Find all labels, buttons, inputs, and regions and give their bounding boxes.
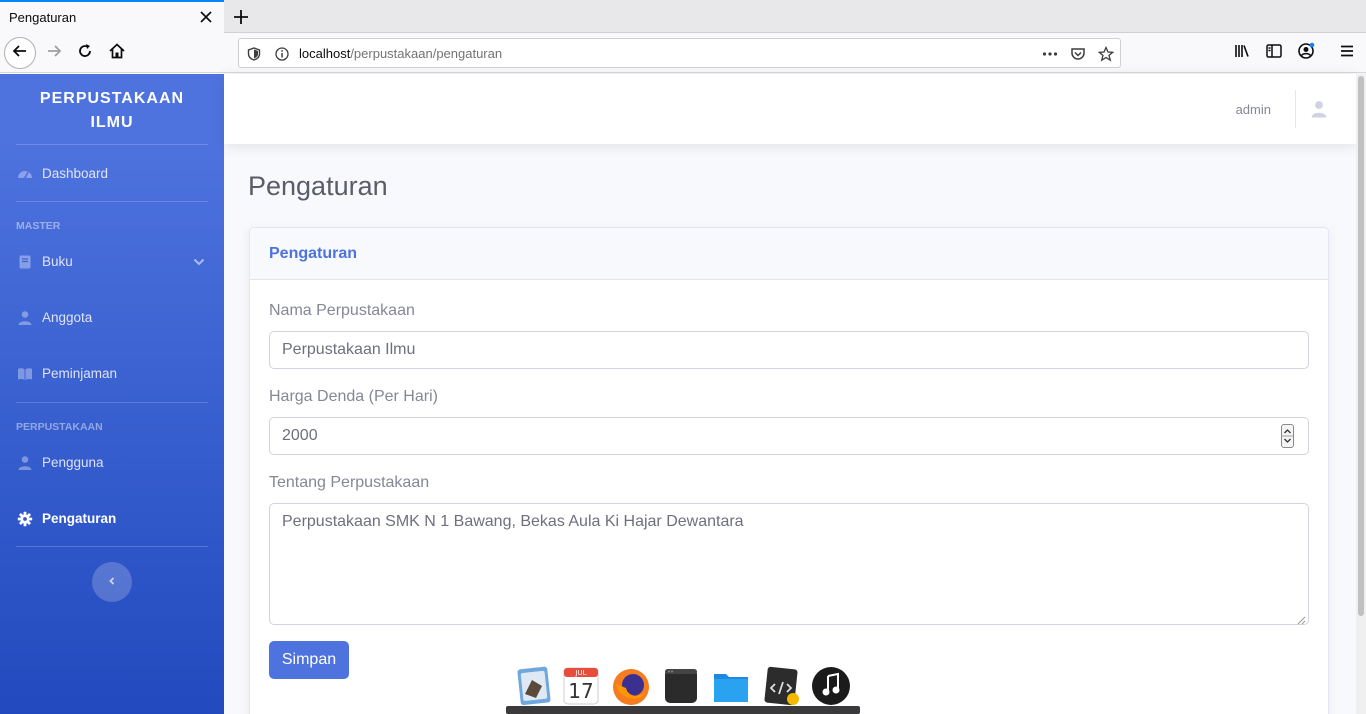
sidebar-icon: [1265, 42, 1283, 65]
calendar-icon[interactable]: JUL 17: [560, 664, 602, 708]
address-bar[interactable]: localhost/perpustakaan/pengaturan: [238, 38, 1121, 68]
user-icon: [17, 455, 33, 471]
chevron-left-icon: [107, 573, 117, 591]
sidebar-toggle-button[interactable]: [1258, 37, 1290, 69]
account-button[interactable]: [1290, 37, 1322, 69]
user-icon: [17, 310, 33, 326]
terminal-icon[interactable]: [660, 664, 702, 708]
brand-line-2: ILMU: [90, 114, 134, 131]
sidebar-item-pengaturan[interactable]: Pengaturan: [0, 499, 224, 539]
sidebar-item-anggota[interactable]: Anggota: [0, 298, 224, 338]
code-editor-icon[interactable]: [760, 664, 802, 708]
home-icon: [108, 42, 126, 65]
library-button[interactable]: [1226, 37, 1258, 69]
pocket-icon[interactable]: [1069, 45, 1087, 63]
topbar-divider: [1295, 90, 1296, 128]
sidebar-divider: [16, 201, 208, 202]
sidebar-collapse-button[interactable]: [92, 562, 132, 602]
sidebar-item-dashboard[interactable]: Dashboard: [0, 154, 224, 194]
url-text: localhost/perpustakaan/pengaturan: [299, 46, 502, 61]
arrow-right-icon: [45, 42, 63, 65]
sidebar-divider: [16, 402, 208, 403]
nama-perpustakaan-input[interactable]: Perpustakaan Ilmu: [269, 331, 1309, 369]
browser-tab[interactable]: Pengaturan: [0, 0, 224, 33]
sidebar: PERPUSTAKAAN ILMU Dashboard MASTER Buku …: [0, 74, 224, 714]
account-icon: [1297, 42, 1315, 65]
reload-button[interactable]: [69, 37, 101, 69]
calendar-day: 17: [568, 679, 594, 703]
harga-denda-value: 2000: [282, 427, 318, 444]
user-name[interactable]: admin: [1236, 102, 1271, 117]
close-tab-icon[interactable]: [198, 9, 214, 25]
tab-title: Pengaturan: [9, 10, 77, 25]
save-button[interactable]: Simpan: [269, 641, 349, 679]
sidebar-item-label: Pengaturan: [42, 511, 117, 526]
sidebar-heading-master: MASTER: [16, 220, 61, 232]
new-tab-icon[interactable]: [230, 6, 252, 28]
resize-grip-icon[interactable]: [1296, 612, 1306, 625]
shield-icon[interactable]: [245, 45, 263, 63]
sidebar-divider: [16, 144, 208, 145]
sidebar-item-buku[interactable]: Buku: [0, 242, 224, 282]
bookmark-star-icon[interactable]: [1097, 45, 1115, 63]
topbar: admin: [224, 74, 1356, 144]
hamburger-icon: [1339, 43, 1355, 64]
page-title: Pengaturan: [248, 171, 388, 201]
sidebar-item-label: Buku: [42, 254, 73, 269]
sidebar-item-label: Pengguna: [42, 455, 104, 470]
gear-icon: [17, 511, 33, 527]
tachometer-icon: [17, 166, 33, 182]
card-title: Pengaturan: [269, 245, 358, 262]
more-actions-icon[interactable]: [1041, 45, 1059, 63]
home-button[interactable]: [101, 37, 133, 69]
page-scrollbar[interactable]: [1356, 74, 1366, 714]
forward-button[interactable]: [38, 37, 70, 69]
sidebar-item-label: Peminjaman: [42, 366, 118, 381]
chevron-down-icon: [192, 255, 206, 269]
url-path: /perpustakaan/pengaturan: [350, 46, 503, 61]
music-icon[interactable]: [810, 664, 852, 708]
back-button[interactable]: [4, 37, 36, 69]
calendar-month: JUL: [575, 669, 587, 677]
menu-button[interactable]: [1331, 37, 1363, 69]
arrow-left-icon: [11, 42, 29, 65]
tentang-perpustakaan-textarea[interactable]: Perpustakaan SMK N 1 Bawang, Bekas Aula …: [269, 503, 1309, 625]
scrollbar-thumb[interactable]: [1358, 76, 1364, 616]
card-header: Pengaturan: [250, 228, 1328, 280]
sidebar-divider: [16, 546, 208, 547]
sidebar-item-label: Dashboard: [42, 166, 109, 181]
folder-icon[interactable]: [710, 664, 752, 708]
sidebar-item-pengguna[interactable]: Pengguna: [0, 443, 224, 483]
number-spinner-icon[interactable]: [1281, 424, 1294, 448]
nama-perpustakaan-label: Nama Perpustakaan: [269, 302, 415, 319]
finder-icon[interactable]: [512, 664, 554, 708]
sidebar-heading-perpustakaan: PERPUSTAKAAN: [16, 421, 103, 433]
user-avatar-icon[interactable]: [1310, 100, 1328, 118]
sidebar-item-peminjaman[interactable]: Peminjaman: [0, 354, 224, 394]
settings-card: Pengaturan Nama Perpustakaan Perpustakaa…: [249, 227, 1329, 714]
dock: JUL 17: [506, 660, 860, 714]
reload-icon: [76, 42, 94, 65]
book-open-icon: [17, 366, 33, 382]
tentang-perpustakaan-label: Tentang Perpustakaan: [269, 474, 430, 491]
firefox-icon[interactable]: [610, 664, 652, 708]
library-icon: [1233, 42, 1251, 65]
tentang-perpustakaan-value: Perpustakaan SMK N 1 Bawang, Bekas Aula …: [282, 513, 744, 530]
sidebar-item-label: Anggota: [42, 310, 93, 325]
book-icon: [17, 254, 33, 270]
harga-denda-input[interactable]: 2000: [269, 417, 1309, 455]
sidebar-brand[interactable]: PERPUSTAKAAN ILMU: [0, 87, 224, 135]
browser-toolbar: localhost/perpustakaan/pengaturan: [0, 33, 1366, 73]
info-icon[interactable]: [273, 45, 291, 63]
browser-tab-bar: Pengaturan: [0, 0, 1366, 33]
harga-denda-label: Harga Denda (Per Hari): [269, 388, 438, 405]
url-host: localhost: [299, 46, 351, 61]
brand-line-1: PERPUSTAKAAN: [39, 90, 185, 107]
